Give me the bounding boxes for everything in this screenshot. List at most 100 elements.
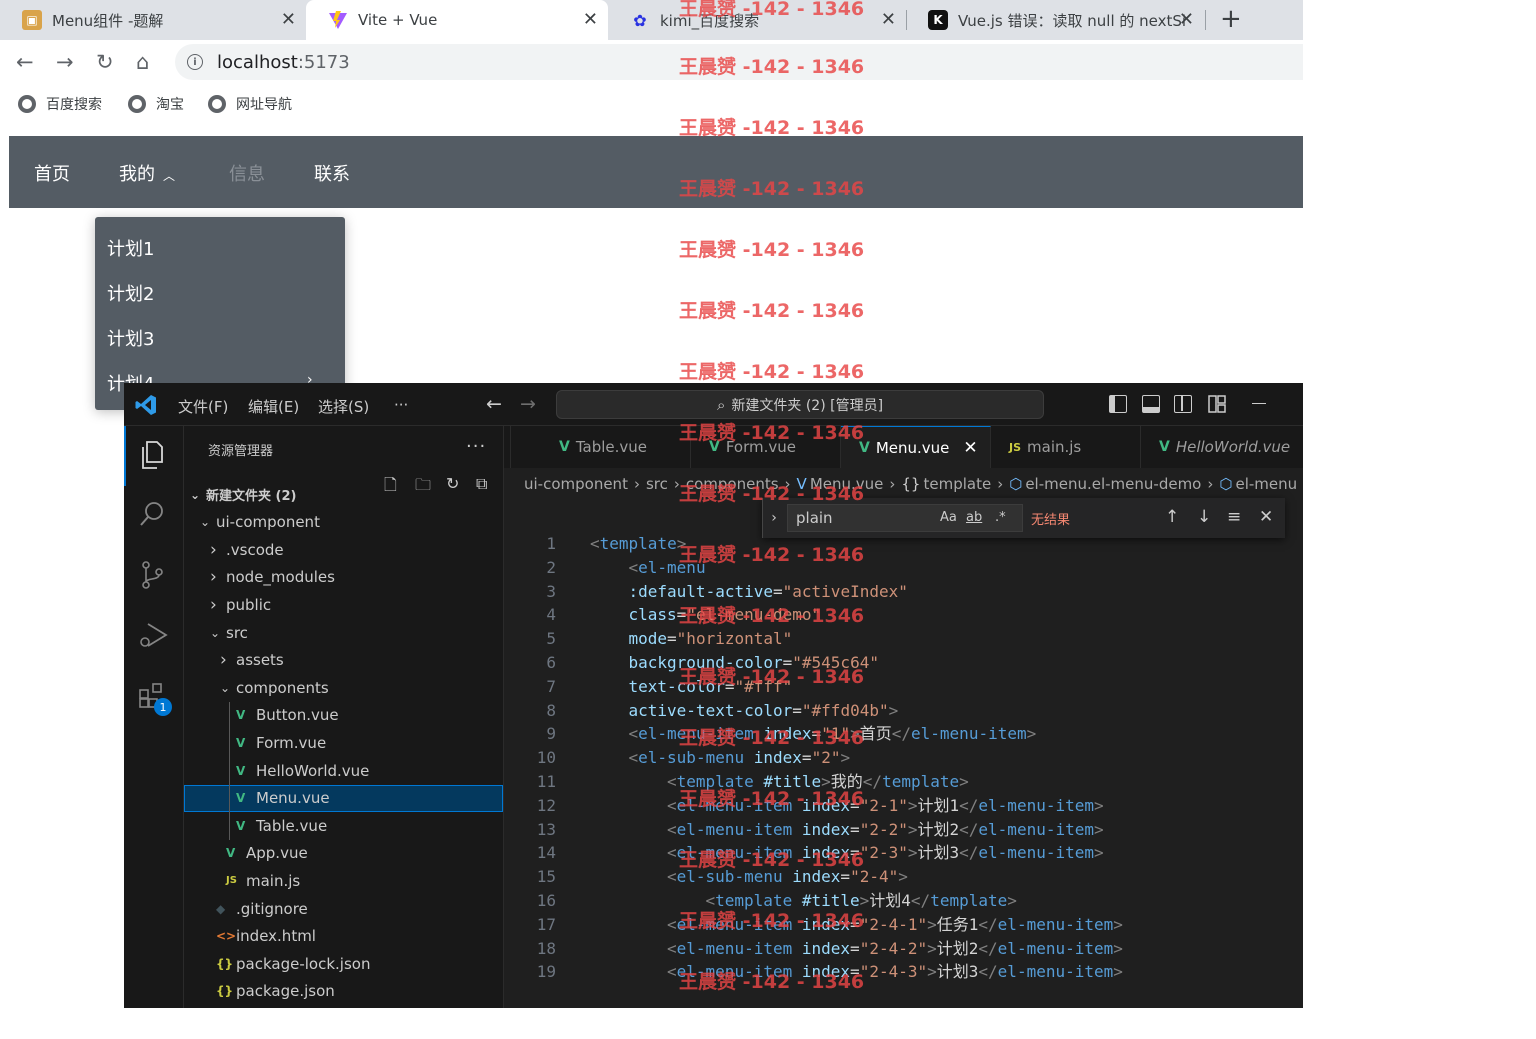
tree-file[interactable]: JS main.js: [184, 867, 503, 894]
editor-tab-active[interactable]: V Menu.vue ✕: [841, 426, 991, 468]
explorer-title: 资源管理器: [208, 444, 274, 459]
breadcrumb-item[interactable]: src: [646, 475, 668, 493]
breadcrumb-item[interactable]: el-menu: [1235, 475, 1297, 493]
explorer-more-button[interactable]: ···: [466, 436, 486, 457]
find-in-selection-icon[interactable]: ≡: [1227, 507, 1241, 527]
new-tab-button[interactable]: +: [1220, 4, 1242, 34]
editor-tab[interactable]: V Table.vue: [541, 426, 691, 468]
tree-folder[interactable]: ⌄ components: [184, 674, 503, 701]
close-icon[interactable]: ✕: [963, 438, 977, 458]
regex-button[interactable]: .*: [995, 510, 1006, 525]
tree-folder[interactable]: ⌄ ui-component: [184, 509, 503, 536]
tab-close-icon[interactable]: ✕: [1179, 9, 1194, 30]
tree-file[interactable]: <> index.html: [184, 923, 503, 950]
editor-tab[interactable]: V Form.vue: [691, 426, 841, 468]
tree-folder[interactable]: ⌄ 新建文件夹 (2): [184, 481, 503, 508]
forward-arrow-icon[interactable]: →: [56, 50, 74, 74]
breadcrumb-item[interactable]: components: [686, 475, 779, 493]
code-editor[interactable]: 1 <template> 2 <el-menu 3:default-active="ac…: [504, 534, 1303, 1008]
submenu-item-plan2[interactable]: 计划2: [107, 280, 154, 306]
tree-item-label: components: [236, 678, 329, 697]
bookmarks-bar: 百度搜索 淘宝 网址导航: [0, 84, 1303, 124]
toggle-panel-icon[interactable]: [1142, 395, 1160, 413]
tab-close-icon[interactable]: ✕: [281, 9, 296, 30]
toggle-secondary-sidebar-icon[interactable]: [1174, 395, 1192, 413]
editor-tab[interactable]: V HelloWorld.vue: [1141, 426, 1303, 468]
tree-file[interactable]: V Form.vue: [184, 729, 503, 756]
menu-item-contact[interactable]: 联系: [314, 160, 350, 186]
tree-folder[interactable]: › node_modules: [184, 564, 503, 591]
breadcrumb-item[interactable]: el-menu.el-menu-demo: [1025, 475, 1201, 493]
tree-item-label: public: [226, 595, 272, 614]
nav-back-icon[interactable]: ←: [486, 393, 502, 415]
tree-file[interactable]: V App.vue: [184, 840, 503, 867]
code-text: <el-menu-item index="2-4-3">计划3</el-menu…: [667, 962, 1123, 982]
bookmark-nav[interactable]: 网址导航: [208, 94, 292, 114]
toggle-sidebar-icon[interactable]: [1109, 395, 1127, 413]
bookmark-taobao[interactable]: 淘宝: [128, 94, 184, 114]
breadcrumb-item[interactable]: template: [923, 475, 991, 493]
nav-forward-icon[interactable]: →: [520, 393, 536, 415]
editor-tab[interactable]: JS main.js: [991, 426, 1141, 468]
tree-file[interactable]: V Menu.vue: [184, 784, 503, 812]
find-input[interactable]: plain Aa ab .*: [787, 504, 1023, 532]
home-icon[interactable]: ⌂: [136, 50, 149, 74]
toggle-replace-icon[interactable]: ›: [763, 510, 785, 526]
window-minimize-button[interactable]: [1252, 403, 1266, 404]
browser-tab-vite[interactable]: Vite + Vue ✕: [306, 0, 608, 40]
run-debug-icon[interactable]: [138, 620, 168, 656]
source-control-icon[interactable]: [138, 560, 166, 596]
match-word-button[interactable]: ab: [966, 510, 982, 525]
customize-layout-icon[interactable]: [1208, 395, 1226, 413]
vue-file-icon: V: [236, 791, 246, 806]
breadcrumb-item[interactable]: ui-component: [524, 475, 628, 493]
submenu-item-plan1[interactable]: 计划1: [107, 235, 154, 261]
line-number: 3: [546, 581, 556, 601]
tree-file[interactable]: V Table.vue: [184, 812, 503, 839]
tree-file[interactable]: {} package.json: [184, 978, 503, 1005]
code-text: <el-menu-item index="1">首页</el-menu-item…: [628, 724, 1037, 744]
tree-file[interactable]: ◆ .gitignore: [184, 895, 503, 922]
tab-title: kimi_百度搜索: [660, 11, 760, 30]
line-number: 18: [536, 938, 556, 958]
menu-item-mine[interactable]: 我的 ︿: [119, 160, 175, 186]
reload-icon[interactable]: ↻: [96, 50, 114, 74]
tree-folder[interactable]: › public: [184, 591, 503, 618]
breadcrumb-item[interactable]: Menu.vue: [810, 475, 884, 493]
browser-tab-baidu[interactable]: ✿ kimi_百度搜索 ✕: [608, 0, 906, 40]
tab-close-icon[interactable]: ✕: [583, 9, 598, 30]
submenu-item-plan3[interactable]: 计划3: [107, 325, 154, 351]
tree-folder[interactable]: ⌄ src: [184, 619, 503, 646]
menu-edit[interactable]: 编辑(E): [248, 396, 299, 417]
command-center[interactable]: ⌕ 新建文件夹 (2) [管理员]: [556, 390, 1044, 419]
tab-close-icon[interactable]: ✕: [881, 9, 896, 30]
back-arrow-icon[interactable]: ←: [16, 50, 34, 74]
site-info-icon[interactable]: i: [187, 54, 203, 70]
bookmark-baidu[interactable]: 百度搜索: [18, 94, 102, 114]
search-icon[interactable]: [138, 500, 166, 534]
tree-file[interactable]: V HelloWorld.vue: [184, 757, 503, 784]
line-number: 16: [536, 891, 556, 910]
code-text: background-color="#545c64": [628, 653, 879, 672]
submenu-dropdown: 计划1 计划2 计划3 计划4 ›: [95, 217, 345, 410]
tree-folder[interactable]: › assets: [184, 647, 503, 674]
menu-more[interactable]: ···: [394, 396, 408, 414]
tree-file[interactable]: ⓘREADME.md: [184, 1005, 503, 1008]
tree-file[interactable]: {} package-lock.json: [184, 950, 503, 977]
tree-file[interactable]: V Button.vue: [184, 702, 503, 729]
explorer-files-icon[interactable]: [138, 440, 166, 476]
browser-tab-kimi[interactable]: K Vue.js 错误：读取 null 的 nextSi ✕: [906, 0, 1204, 40]
menu-item-info: 信息: [229, 164, 265, 185]
braces-icon: {}: [901, 475, 921, 493]
menu-item-home[interactable]: 首页: [34, 160, 70, 186]
arrow-up-icon[interactable]: ↑: [1165, 507, 1179, 527]
tree-folder[interactable]: › .vscode: [184, 536, 503, 563]
browser-tab-menu[interactable]: ▣ Menu组件 -题解 ✕: [0, 0, 306, 40]
menu-selection[interactable]: 选择(S): [318, 396, 369, 417]
arrow-down-icon[interactable]: ↓: [1197, 507, 1211, 527]
menu-file[interactable]: 文件(F): [178, 396, 228, 417]
close-icon[interactable]: ✕: [1259, 507, 1273, 527]
tree-item-label: Button.vue: [256, 706, 339, 725]
address-bar[interactable]: i localhost:5173: [175, 44, 1303, 80]
match-case-button[interactable]: Aa: [940, 510, 957, 525]
